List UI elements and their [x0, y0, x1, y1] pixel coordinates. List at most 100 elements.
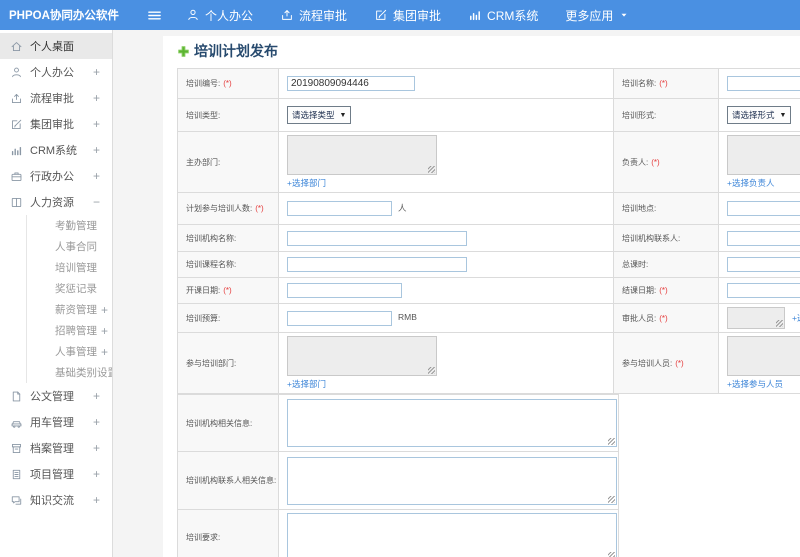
training-type-select[interactable]: 请选择类型 ▼	[287, 106, 352, 124]
budget-input[interactable]	[287, 310, 392, 326]
archive-icon	[10, 442, 23, 455]
sidebar-item-personal-office[interactable]: 个人办公 +	[0, 59, 112, 85]
participants-textarea[interactable]	[727, 336, 800, 376]
participate-depts-picker-link[interactable]: +选择部门	[287, 378, 605, 390]
sidebar-item-label: 人力资源	[30, 197, 74, 209]
sidebar-item-group-approval[interactable]: 集团审批 +	[0, 111, 112, 137]
sidebar-subitem-salary[interactable]: 薪资管理 +	[27, 299, 112, 320]
expand-toggle-icon[interactable]: +	[89, 143, 100, 157]
required-mark: (*)	[255, 204, 264, 213]
expand-toggle-icon[interactable]: +	[89, 91, 100, 105]
course-name-cell	[278, 251, 614, 278]
participants-picker-link[interactable]: +选择参与人员	[727, 378, 800, 390]
sidebar-subitem-attendance[interactable]: 考勤管理	[27, 215, 112, 236]
planned-participants-input[interactable]	[287, 201, 392, 216]
form-row: 开课日期: (*) 结课日期: (*)	[177, 277, 800, 304]
nav-item-label: 更多应用	[565, 8, 614, 23]
host-dept-cell: +选择部门	[278, 131, 614, 193]
course-name-input[interactable]	[287, 257, 467, 272]
training-type-select-value: 请选择类型	[292, 110, 335, 120]
nav-item-flow-approval[interactable]: 流程审批	[280, 7, 347, 24]
menu-toggle-icon[interactable]	[147, 8, 162, 23]
leader-picker-link[interactable]: +选择负责人	[727, 177, 800, 189]
form-row: 培训类型: 请选择类型 ▼ 培训形式: 请选择形式 ▼	[177, 98, 800, 132]
sidebar-item-archive-mgmt[interactable]: 档案管理 +	[0, 435, 112, 461]
required-mark: (*)	[223, 286, 232, 295]
sidebar-subitem-hr-contract[interactable]: 人事合同	[27, 236, 112, 257]
form-row: 培训要求:	[177, 509, 619, 557]
sidebar-subitem-training[interactable]: 培训管理	[27, 257, 112, 278]
start-date-input[interactable]	[287, 283, 402, 298]
start-date-label: 开课日期: (*)	[177, 277, 279, 304]
expand-toggle-icon[interactable]: +	[97, 345, 108, 359]
nav-item-label: 集团审批	[393, 8, 442, 23]
sidebar-item-label: 集团审批	[30, 119, 74, 131]
end-date-input[interactable]	[727, 283, 800, 298]
plus-icon	[177, 45, 190, 58]
expand-toggle-icon[interactable]: +	[89, 441, 100, 455]
sidebar-item-admin-office[interactable]: 行政办公 +	[0, 163, 112, 189]
leader-textarea[interactable]	[727, 135, 800, 175]
sidebar-item-label: 行政办公	[30, 171, 74, 183]
nav-item-more-apps[interactable]: 更多应用	[565, 7, 629, 24]
sidebar-item-vehicle-mgmt[interactable]: 用车管理 +	[0, 409, 112, 435]
approver-picker-link[interactable]: +选择审批人员	[792, 313, 800, 323]
sidebar-item-flow-approval[interactable]: 流程审批 +	[0, 85, 112, 111]
total-hours-input[interactable]	[727, 257, 800, 272]
org-name-input[interactable]	[287, 230, 467, 246]
expand-toggle-icon[interactable]: +	[97, 303, 108, 317]
content-panel: 培训计划发布 培训编号:(*) 培训名称:(*) 培训类型: 请选择类型 ▼ 培训形式: 请…	[163, 36, 800, 557]
sidebar-item-hr[interactable]: 人力资源 −	[0, 189, 112, 215]
expand-toggle-icon[interactable]: +	[89, 389, 100, 403]
expand-toggle-icon[interactable]: +	[89, 169, 100, 183]
expand-toggle-icon[interactable]: +	[89, 493, 100, 507]
expand-toggle-icon[interactable]: +	[89, 467, 100, 481]
budget-cell: RMB	[278, 303, 614, 333]
sidebar-item-project-mgmt[interactable]: 项目管理 +	[0, 461, 112, 487]
sidebar-subitem-personnel[interactable]: 人事管理 +	[27, 341, 112, 362]
expand-toggle-icon[interactable]: +	[97, 324, 108, 338]
approver-textarea[interactable]	[727, 307, 785, 329]
form-row: 主办部门: +选择部门 负责人: (*) +选择负责人	[177, 131, 800, 193]
sidebar-item-label: 用车管理	[30, 417, 74, 429]
org-contact-input[interactable]	[727, 230, 800, 246]
nav-item-crm-system[interactable]: CRM系统	[468, 7, 538, 24]
project-icon	[10, 468, 23, 481]
org-contact-info-textarea[interactable]	[287, 456, 617, 505]
expand-toggle-icon[interactable]: +	[89, 65, 100, 79]
org-name-cell	[278, 224, 614, 252]
total-hours-cell	[718, 251, 800, 278]
host-dept-textarea[interactable]	[287, 135, 437, 175]
training-requirements-cell	[278, 509, 619, 557]
training-type-cell: 请选择类型 ▼	[278, 98, 614, 132]
nav-item-group-approval[interactable]: 集团审批	[374, 7, 441, 24]
nav-item-personal-office[interactable]: 个人办公	[186, 7, 253, 24]
training-place-input[interactable]	[727, 201, 800, 216]
sidebar-subitem-reward-record[interactable]: 奖惩记录	[27, 278, 112, 299]
org-info-textarea[interactable]	[287, 399, 617, 447]
sidebar-subitem-label: 招聘管理	[55, 325, 97, 337]
sidebar-item-crm-system[interactable]: CRM系统 +	[0, 137, 112, 163]
training-requirements-textarea[interactable]	[287, 513, 617, 557]
org-contact-label: 培训机构联系人:	[613, 224, 719, 252]
sidebar-item-personal-desktop[interactable]: 个人桌面	[0, 33, 112, 59]
training-name-input[interactable]	[727, 76, 800, 91]
select-arrow-icon: ▼	[779, 111, 787, 119]
sidebar-subitem-label: 人事合同	[55, 241, 97, 253]
expand-toggle-icon[interactable]: +	[89, 415, 100, 429]
expand-toggle-icon[interactable]: −	[89, 195, 100, 209]
training-no-input[interactable]	[287, 76, 415, 91]
required-mark: (*)	[659, 313, 668, 323]
training-form-select[interactable]: 请选择形式 ▼	[727, 106, 792, 124]
sidebar-subitem-base-category[interactable]: 基础类别设置+	[27, 362, 112, 383]
planned-participants-unit: 人	[398, 202, 407, 213]
select-arrow-icon: ▼	[339, 111, 347, 119]
participate-depts-textarea[interactable]	[287, 336, 437, 376]
sidebar-item-knowledge[interactable]: 知识交流 +	[0, 487, 112, 513]
host-dept-picker-link[interactable]: +选择部门	[287, 177, 605, 189]
sidebar: 个人桌面 个人办公 + 流程审批 + 集团审批 + CRM系统 + 行政办公 + 人力资源 − 考勤管理人…	[0, 30, 113, 557]
sidebar-item-document-mgmt[interactable]: 公文管理 +	[0, 383, 112, 409]
org-info-textarea-wrap	[287, 399, 617, 447]
expand-toggle-icon[interactable]: +	[89, 117, 100, 131]
sidebar-subitem-recruit[interactable]: 招聘管理 +	[27, 320, 112, 341]
